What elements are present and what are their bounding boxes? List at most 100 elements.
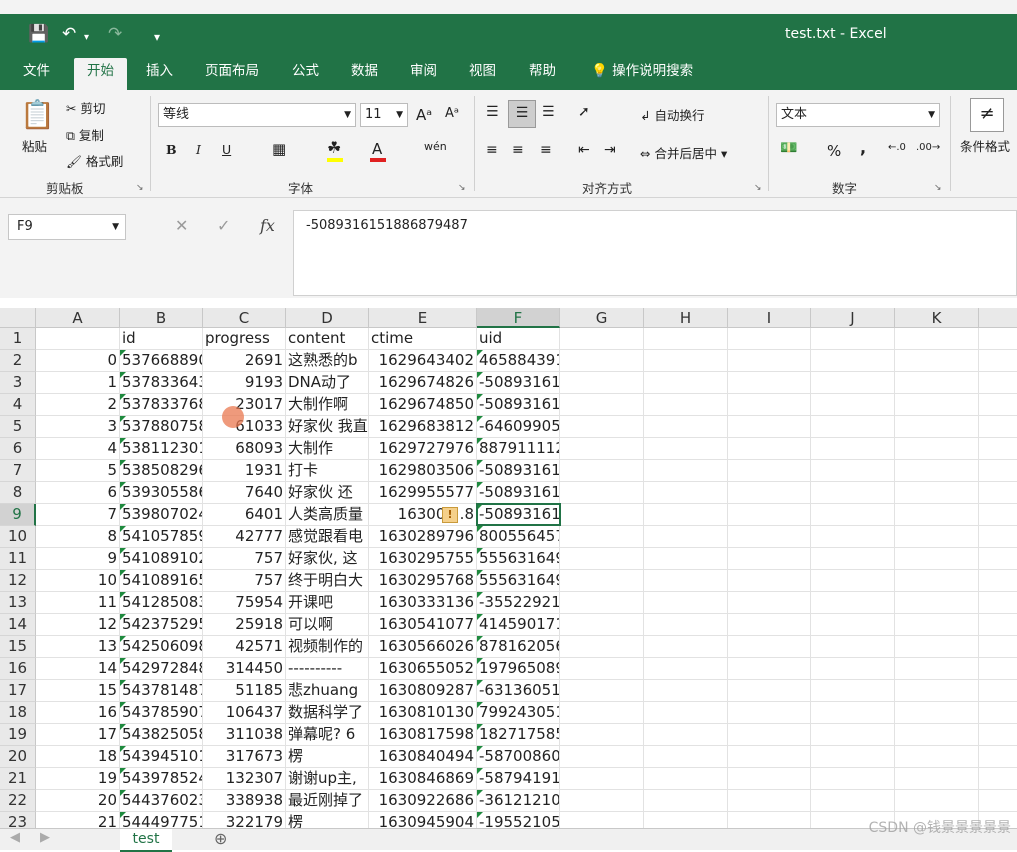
table-cell[interactable]: -6313605120502644344 (477, 680, 560, 702)
table-cell[interactable] (644, 592, 728, 614)
table-cell[interactable]: 537668890 (120, 350, 203, 372)
column-header[interactable]: B (120, 308, 203, 328)
table-cell[interactable]: 19 (36, 768, 120, 790)
table-cell[interactable]: -5870086039339556654 (477, 746, 560, 768)
table-cell[interactable] (728, 768, 811, 790)
scroll-right-icon[interactable]: ▶ (40, 830, 50, 845)
table-cell[interactable]: 541089102 (120, 548, 203, 570)
table-cell[interactable]: 8005564574121047830 (477, 526, 560, 548)
increase-decimal-icon[interactable]: ←.0 (888, 142, 906, 153)
table-cell[interactable]: 10 (36, 570, 120, 592)
table-cell[interactable] (644, 790, 728, 812)
table-cell[interactable] (811, 482, 895, 504)
customize-quick-access-icon[interactable]: ▾ (154, 27, 160, 47)
cell[interactable] (644, 328, 728, 350)
table-cell[interactable]: 8781620567100809586 (477, 636, 560, 658)
table-cell[interactable] (560, 504, 644, 526)
header-cell[interactable]: ctime (369, 328, 477, 350)
table-cell[interactable]: 543825058 (120, 724, 203, 746)
table-cell[interactable]: 楞 (286, 746, 369, 768)
table-cell[interactable] (895, 790, 979, 812)
table-cell[interactable]: 感觉跟看电 (286, 526, 369, 548)
table-cell[interactable] (728, 636, 811, 658)
table-cell[interactable] (560, 790, 644, 812)
table-cell[interactable] (644, 438, 728, 460)
table-cell[interactable] (811, 636, 895, 658)
merge-center-button[interactable]: ⇔ 合并后居中 ▾ (640, 143, 727, 162)
table-cell[interactable]: 1630846869 (369, 768, 477, 790)
table-cell[interactable] (895, 372, 979, 394)
table-cell[interactable] (560, 570, 644, 592)
table-cell[interactable] (895, 768, 979, 790)
table-cell[interactable] (979, 350, 1017, 372)
cell[interactable] (36, 328, 120, 350)
tab-view[interactable]: 视图 (456, 58, 509, 90)
table-cell[interactable] (644, 548, 728, 570)
row-header[interactable]: 2 (0, 350, 36, 372)
tab-review[interactable]: 审阅 (397, 58, 450, 90)
table-cell[interactable]: 537833643 (120, 372, 203, 394)
table-cell[interactable] (644, 746, 728, 768)
table-cell[interactable]: 106437 (203, 702, 286, 724)
underline-button[interactable]: U (222, 142, 231, 157)
table-cell[interactable]: 68093 (203, 438, 286, 460)
row-header[interactable]: 10 (0, 526, 36, 548)
table-cell[interactable] (895, 416, 979, 438)
table-cell[interactable]: 4 (36, 438, 120, 460)
header-cell[interactable]: uid (477, 328, 560, 350)
number-format-select[interactable]: 文本 ▼ (776, 103, 940, 127)
table-cell[interactable]: -5089316151886879487 (477, 482, 560, 504)
italic-button[interactable]: I (196, 142, 201, 157)
table-cell[interactable]: 51185 (203, 680, 286, 702)
table-cell[interactable] (895, 680, 979, 702)
table-cell[interactable] (979, 504, 1017, 526)
table-cell[interactable]: 543781487 (120, 680, 203, 702)
table-cell[interactable] (811, 658, 895, 680)
table-cell[interactable] (560, 482, 644, 504)
table-cell[interactable]: 75954 (203, 592, 286, 614)
table-cell[interactable]: -6460990597571269883 (477, 416, 560, 438)
table-cell[interactable] (560, 614, 644, 636)
table-cell[interactable]: 1630295755 (369, 548, 477, 570)
table-cell[interactable]: 5556316497357532836 (477, 570, 560, 592)
table-cell[interactable] (560, 658, 644, 680)
column-header[interactable]: H (644, 308, 728, 328)
cell[interactable] (979, 328, 1017, 350)
table-cell[interactable]: 这熟悉的b (286, 350, 369, 372)
table-cell[interactable]: 544376023 (120, 790, 203, 812)
table-cell[interactable]: 8 (36, 526, 120, 548)
borders-icon[interactable]: ▦ (272, 140, 286, 158)
table-cell[interactable] (895, 548, 979, 570)
table-cell[interactable]: 1629643402 (369, 350, 477, 372)
table-cell[interactable] (979, 680, 1017, 702)
column-header[interactable]: D (286, 308, 369, 328)
table-cell[interactable]: 538508296 (120, 460, 203, 482)
row-header[interactable]: 16 (0, 658, 36, 680)
cell[interactable] (895, 328, 979, 350)
table-cell[interactable]: 9 (36, 548, 120, 570)
table-cell[interactable]: 20 (36, 790, 120, 812)
wrap-text-button[interactable]: ↲ 自动换行 (640, 105, 704, 124)
table-cell[interactable]: 311038 (203, 724, 286, 746)
table-cell[interactable]: 542506098 (120, 636, 203, 658)
table-cell[interactable] (728, 680, 811, 702)
table-cell[interactable]: 悲zhuang (286, 680, 369, 702)
table-cell[interactable]: 3 (36, 416, 120, 438)
table-cell[interactable]: 12 (36, 614, 120, 636)
table-cell[interactable]: 1630922686 (369, 790, 477, 812)
table-cell[interactable] (811, 372, 895, 394)
align-top-icon[interactable]: ☰ (486, 104, 499, 120)
table-cell[interactable] (979, 548, 1017, 570)
table-cell[interactable] (979, 658, 1017, 680)
row-header[interactable]: 12 (0, 570, 36, 592)
dialog-launcher-icon[interactable]: ↘ (754, 183, 762, 193)
table-cell[interactable]: 1630333136 (369, 592, 477, 614)
orientation-icon[interactable]: ➚ (578, 104, 590, 120)
table-cell[interactable] (644, 702, 728, 724)
table-cell[interactable]: -5089316151886879487 (477, 394, 560, 416)
table-cell[interactable] (811, 350, 895, 372)
table-cell[interactable] (895, 592, 979, 614)
font-name-select[interactable]: 等线 ▼ (158, 103, 356, 127)
table-cell[interactable] (979, 394, 1017, 416)
dialog-launcher-icon[interactable]: ↘ (934, 183, 942, 193)
